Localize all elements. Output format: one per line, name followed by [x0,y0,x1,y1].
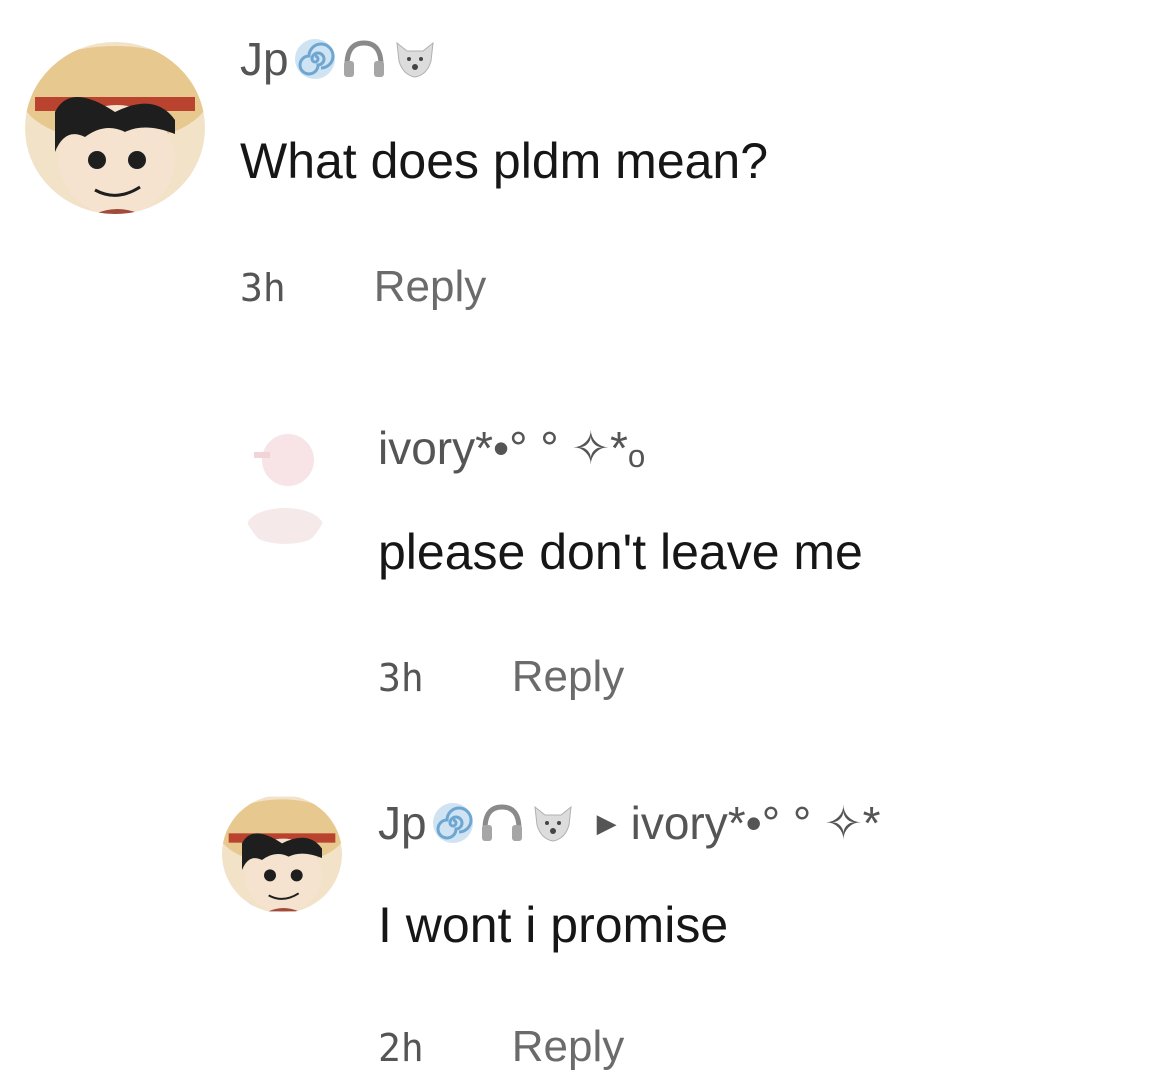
avatar-image [25,42,205,214]
comment-meta: 3h Reply [378,652,624,702]
comment-header: Jp ▶ ivory*•° ° ✧* [378,800,881,846]
wolf-icon [529,801,577,845]
avatar-image [240,430,330,550]
timestamp: 3h [240,266,286,310]
comment-text: What does pldm mean? [240,133,769,189]
comment-meta: 2h Reply [378,1022,624,1072]
spiral-icon [431,801,475,845]
timestamp: 2h [378,1026,424,1070]
timestamp: 3h [378,656,424,700]
wolf-icon [391,37,439,81]
avatar[interactable] [25,42,205,214]
username[interactable]: Jp [378,800,427,846]
reply-button[interactable]: Reply [512,1022,625,1072]
reply-to-username[interactable]: ivory*•° ° ✧* [631,800,881,846]
comment-meta: 3h Reply [240,262,486,312]
headphones-icon [479,801,525,845]
reply-arrow-icon: ▶ [596,807,617,838]
headphones-icon [341,37,387,81]
comment-text: please don't leave me [378,524,863,580]
reply-button[interactable]: Reply [512,652,625,702]
avatar[interactable] [240,430,330,550]
username[interactable]: ivory*•° ° ✧*ₒ [378,425,645,471]
avatar[interactable] [222,795,342,913]
comment-header: Jp [240,36,439,82]
comment-header: ivory*•° ° ✧*ₒ [378,425,645,471]
spiral-icon [293,37,337,81]
avatar-image [222,796,342,912]
reply-button[interactable]: Reply [374,262,487,312]
username[interactable]: Jp [240,36,289,82]
comment-text: I wont i promise [378,897,729,953]
